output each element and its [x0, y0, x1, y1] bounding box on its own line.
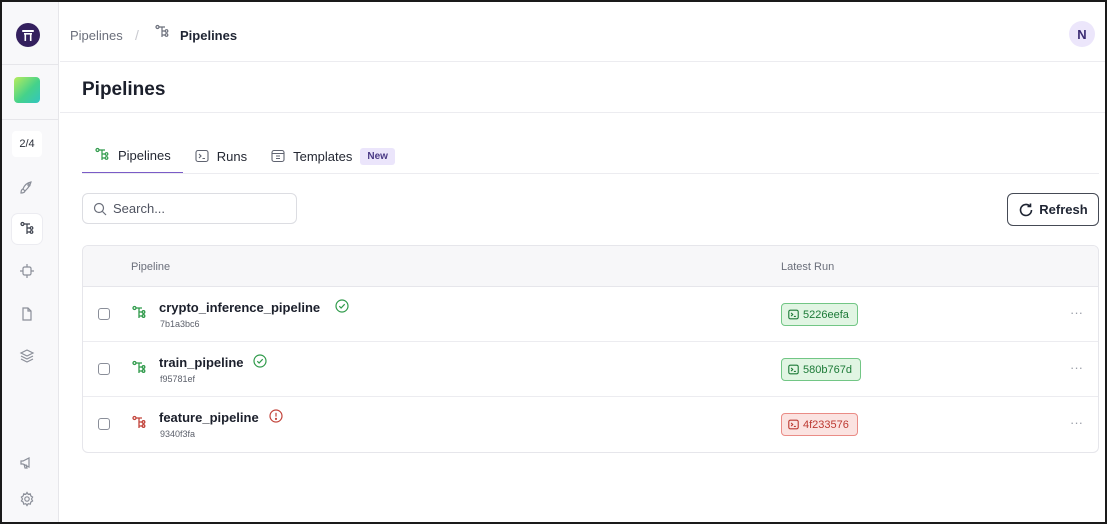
tab-label: Templates	[293, 148, 353, 164]
pipeline-id: f95781ef	[160, 374, 196, 384]
run-id: 4f233576	[803, 418, 849, 431]
pipeline-icon	[131, 305, 147, 326]
latest-run-badge[interactable]: 4f233576	[781, 413, 858, 436]
success-check-icon	[253, 354, 267, 373]
tab-runs[interactable]: Runs	[183, 138, 259, 174]
pipelines-table: Pipeline Latest Run crypto_inference_pip…	[82, 245, 1099, 453]
table-header: Pipeline Latest Run	[83, 246, 1098, 287]
table-row[interactable]: feature_pipeline 9340f3fa 4f233576 ···	[83, 397, 1098, 452]
latest-run-badge[interactable]: 5226eefa	[781, 303, 858, 326]
settings-icon	[20, 491, 34, 507]
pipeline-icon	[131, 415, 147, 436]
terminal-icon	[788, 419, 799, 430]
new-badge: New	[360, 147, 395, 165]
pipeline-icon	[131, 360, 147, 381]
sidebar-item-feedback[interactable]	[12, 447, 42, 477]
search-input[interactable]	[113, 201, 283, 216]
top-bar: Pipelines / Pipelines N	[60, 2, 1105, 62]
run-id: 5226eefa	[803, 308, 849, 321]
pipeline-name-link[interactable]: train_pipeline	[159, 355, 244, 370]
column-header-pipeline[interactable]: Pipeline	[131, 261, 170, 273]
pipeline-name-link[interactable]: feature_pipeline	[159, 410, 259, 425]
pipeline-icon	[154, 24, 170, 45]
sidebar: 2/4	[2, 2, 59, 522]
workspace-avatar[interactable]	[14, 77, 40, 103]
user-avatar[interactable]: N	[1069, 21, 1095, 47]
megaphone-icon	[20, 457, 30, 469]
sidebar-item-artifacts[interactable]	[12, 341, 42, 371]
table-row[interactable]: crypto_inference_pipeline 7b1a3bc6 5226e…	[83, 287, 1098, 342]
sidebar-item-stacks[interactable]	[12, 256, 42, 286]
pipeline-id: 7b1a3bc6	[160, 319, 200, 329]
refresh-button[interactable]: Refresh	[1007, 193, 1099, 226]
breadcrumb-root[interactable]: Pipelines	[70, 28, 123, 43]
sidebar-item-overview[interactable]	[12, 172, 42, 202]
row-checkbox[interactable]	[98, 418, 110, 430]
rocket-icon	[20, 181, 32, 194]
refresh-label: Refresh	[1039, 202, 1088, 217]
search-box	[82, 193, 297, 224]
table-row[interactable]: train_pipeline f95781ef 580b767d ···	[83, 342, 1098, 397]
page-title: Pipelines	[82, 79, 166, 100]
terminal-icon	[788, 309, 799, 320]
chip-icon	[20, 264, 34, 278]
sidebar-item-pipelines[interactable]	[12, 214, 42, 244]
tab-templates[interactable]: Templates New	[259, 138, 407, 174]
run-id: 580b767d	[803, 363, 852, 376]
breadcrumb-current: Pipelines	[180, 28, 238, 43]
sidebar-item-settings[interactable]	[12, 484, 42, 514]
terminal-icon	[195, 149, 209, 163]
pipeline-icon	[20, 221, 34, 234]
refresh-icon	[1019, 203, 1033, 216]
breadcrumb-separator: /	[135, 27, 139, 43]
file-icon	[22, 307, 32, 321]
row-checkbox[interactable]	[98, 363, 110, 375]
app-logo-icon[interactable]	[16, 23, 40, 47]
row-checkbox[interactable]	[98, 308, 110, 320]
search-icon	[93, 202, 107, 215]
terminal-icon	[788, 364, 799, 375]
tabs-divider	[82, 173, 1099, 174]
pipeline-id: 9340f3fa	[160, 429, 196, 439]
sidebar-divider	[2, 119, 58, 120]
app-window: 2/4 Pipelines / Pipelines N Pipelines Pi…	[0, 0, 1107, 524]
pipeline-name-link[interactable]: crypto_inference_pipeline	[159, 300, 320, 315]
title-divider	[60, 112, 1105, 113]
tab-pipelines[interactable]: Pipelines	[82, 138, 183, 174]
tab-label: Runs	[216, 148, 248, 164]
row-menu-icon[interactable]: ···	[1070, 305, 1083, 320]
column-header-latest-run[interactable]: Latest Run	[781, 261, 834, 273]
onboarding-step-counter[interactable]: 2/4	[12, 131, 42, 157]
tab-bar: Pipelines Runs Templates New	[82, 138, 407, 174]
row-menu-icon[interactable]: ···	[1070, 360, 1083, 375]
failed-alert-icon	[269, 409, 283, 428]
sidebar-divider	[2, 64, 58, 65]
stack-icon	[19, 349, 35, 363]
tab-label: Pipelines	[118, 147, 171, 163]
success-check-icon	[335, 299, 349, 318]
pipeline-icon	[95, 147, 109, 160]
row-menu-icon[interactable]: ···	[1070, 415, 1083, 430]
latest-run-badge[interactable]: 580b767d	[781, 358, 861, 381]
template-icon	[271, 149, 285, 163]
sidebar-item-models[interactable]	[12, 299, 42, 329]
